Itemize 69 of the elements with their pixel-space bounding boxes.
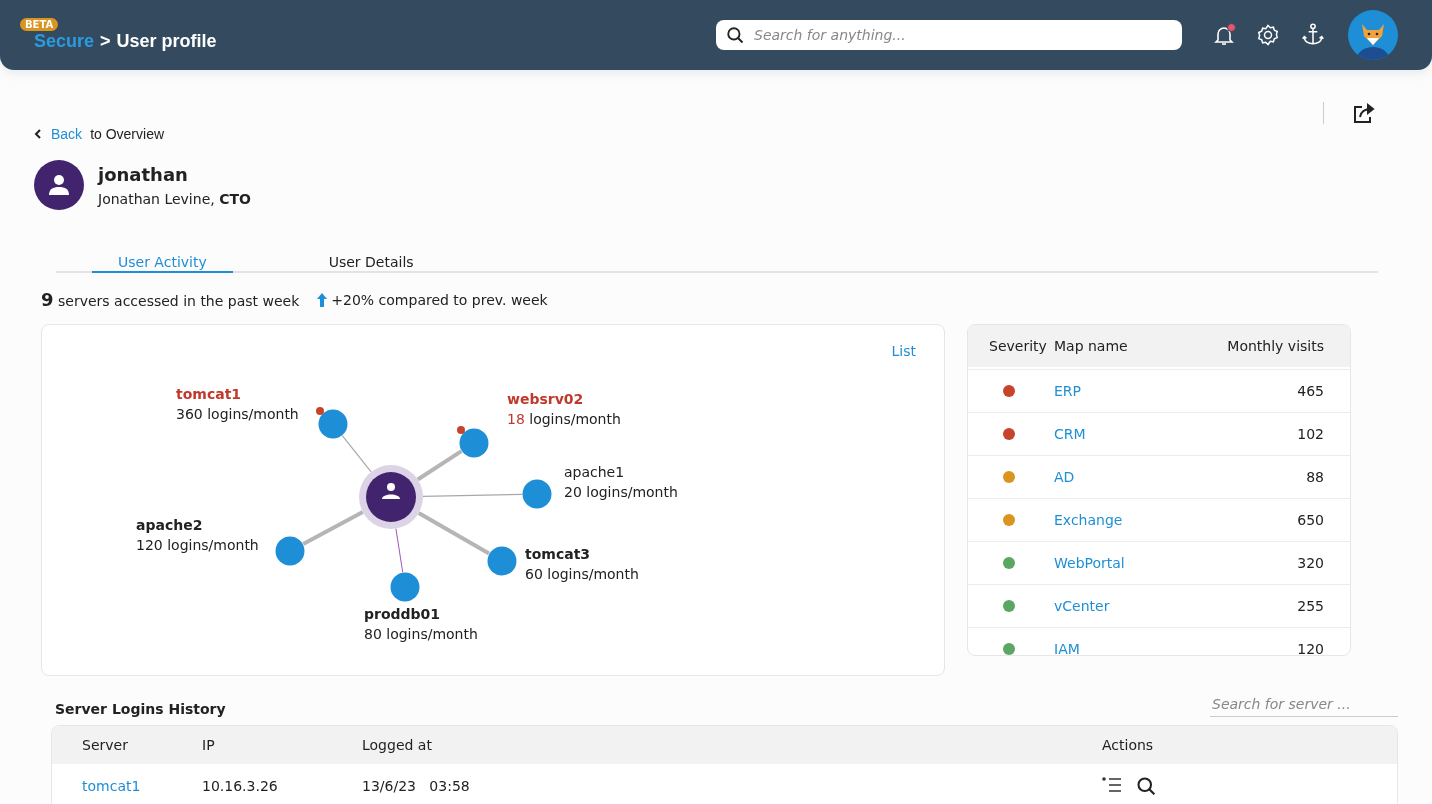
map-link[interactable]: CRM — [1054, 426, 1086, 442]
server-search-field[interactable]: Search for server ... — [1210, 694, 1398, 717]
table-cell-text: 88 — [1305, 469, 1324, 485]
column-header: Server — [82, 737, 129, 753]
logins-count: 80 logins/month — [364, 625, 478, 644]
server-node[interactable] — [275, 536, 305, 566]
column-header: Map name — [1054, 338, 1129, 354]
table-cell-text: 10.16.3.26 — [202, 778, 279, 794]
tab[interactable]: User Details — [302, 254, 440, 273]
column-header: Severity — [988, 338, 1048, 354]
avatar-drawing[interactable] — [1348, 10, 1398, 60]
server-name: apache2 — [136, 516, 204, 535]
search-input[interactable]: Search for anything... — [752, 26, 1172, 44]
breadcrumb-link[interactable]: Secure — [34, 31, 95, 52]
server-name: tomcat3 — [525, 545, 592, 564]
map-link[interactable]: AD — [1054, 469, 1075, 485]
table-cell-text: 465 — [1296, 383, 1324, 399]
beta-badge: BETA — [20, 18, 59, 31]
table-cell-text: 650 — [1296, 512, 1324, 528]
logins-count: 20 logins/month — [564, 483, 678, 502]
username: jonathan — [98, 163, 189, 185]
table-cell-text: 255 — [1296, 598, 1324, 614]
page-title: User profile — [116, 31, 217, 52]
server-node[interactable] — [390, 572, 420, 602]
table-cell-text: 320 — [1296, 555, 1324, 571]
map-link[interactable]: WebPortal — [1054, 555, 1125, 571]
settings-icon[interactable] — [1256, 23, 1280, 47]
server-link[interactable]: tomcat1 — [82, 778, 202, 794]
column-header: Actions — [1102, 737, 1155, 753]
server-name: apache1 — [564, 463, 626, 482]
logins-count: 18 logins/month — [507, 410, 621, 429]
search-field[interactable]: Search for anything... — [716, 20, 1182, 50]
search-icon[interactable] — [1136, 776, 1156, 796]
map-link[interactable]: IAM — [1054, 641, 1080, 655]
map-link[interactable]: ERP — [1054, 383, 1081, 399]
server-name: tomcat1 — [176, 385, 243, 404]
logins-count: 120 logins/month — [136, 536, 259, 555]
table-cell-text: 102 — [1296, 426, 1324, 442]
trend-text: +20% compared to prev. week — [331, 291, 548, 308]
logins-count: 60 logins/month — [525, 565, 639, 584]
breadcrumb-separator: > — [100, 31, 111, 52]
server-node[interactable] — [522, 479, 552, 509]
section-title: Server Logins History — [55, 701, 226, 717]
server-node[interactable] — [318, 409, 348, 439]
table-cell-text: 120 — [1296, 641, 1324, 655]
map-link[interactable]: vCenter — [1054, 598, 1110, 614]
column-header: Logged at — [362, 737, 433, 753]
up-arrow-icon — [317, 292, 328, 307]
table-cell-text: 13/6/23 03:58 — [362, 778, 471, 794]
servers-summary: 9 servers accessed in the past week — [41, 289, 300, 310]
user-avatar — [34, 160, 84, 210]
back-text: to Overview — [90, 126, 165, 142]
back-link[interactable]: Back — [34, 126, 83, 142]
column-header: Monthly visits — [1226, 338, 1324, 354]
chevron-left-icon — [34, 129, 41, 139]
map-link[interactable]: Exchange — [1054, 512, 1123, 528]
search-icon — [726, 26, 744, 44]
user-node[interactable] — [359, 465, 423, 529]
server-node[interactable] — [487, 546, 517, 576]
list-link[interactable]: List — [891, 343, 916, 359]
column-header: IP — [202, 737, 216, 753]
tab[interactable]: User Activity — [92, 254, 233, 273]
server-node[interactable] — [459, 428, 489, 458]
server-name: websrv02 — [507, 390, 585, 409]
server-name: proddb01 — [364, 605, 442, 624]
share-icon[interactable] — [1352, 102, 1376, 124]
notification-bell-icon[interactable] — [1212, 23, 1236, 47]
user-description: Jonathan Levine, CTO — [98, 190, 251, 207]
logins-count: 360 logins/month — [176, 405, 299, 424]
